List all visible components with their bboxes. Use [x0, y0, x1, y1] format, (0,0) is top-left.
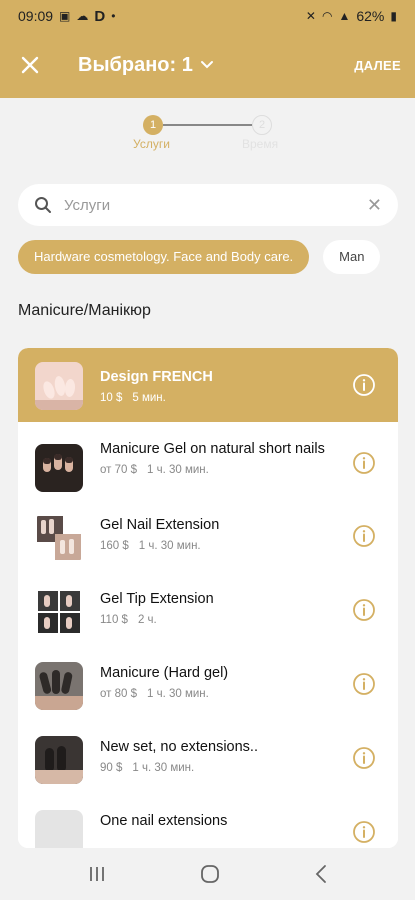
service-thumbnail [35, 444, 83, 492]
service-thumbnail [35, 588, 83, 636]
service-meta: 160 $ 1 ч. 30 мин. [100, 540, 342, 552]
chip-manicure[interactable]: Man [323, 240, 381, 274]
service-price: от 80 $ [100, 688, 137, 700]
service-price: 10 $ [100, 392, 123, 404]
service-item-one-nail-extensions[interactable]: One nail extensions [18, 798, 398, 848]
service-price: 160 $ [100, 540, 129, 552]
section-title: Manicure/Манікюр [18, 302, 151, 319]
service-price: 110 $ [100, 614, 128, 626]
photo-icon: ▣ [59, 9, 71, 23]
step-1-indicator: 1 [143, 115, 163, 135]
service-text: New set, no extensions.. 90 $ 1 ч. 30 мин… [100, 738, 342, 774]
chip-hardware-cosmetology[interactable]: Hardware cosmetology. Face and Body care… [18, 240, 310, 274]
dot-icon: • [111, 9, 116, 23]
wifi-icon: ◠ [321, 9, 333, 23]
clear-search-icon[interactable]: ✕ [367, 195, 382, 216]
service-duration: 1 ч. 30 мин. [138, 540, 201, 552]
service-name: Manicure Gel on natural short nails [100, 441, 325, 457]
status-bar: 09:09 ▣ ☁ D • ✕ ◠ ▲ 62% ▮ [0, 0, 415, 32]
close-button[interactable] [0, 32, 60, 98]
info-icon[interactable] [352, 451, 376, 475]
status-time: 09:09 [18, 8, 54, 24]
service-item-gel-nail-extension[interactable]: Gel Nail Extension 160 $ 1 ч. 30 мин. [18, 502, 398, 576]
info-icon[interactable] [352, 373, 376, 397]
service-duration: 1 ч. 30 мин. [147, 688, 209, 700]
service-name: Gel Nail Extension [100, 517, 220, 533]
service-price: 90 $ [100, 762, 123, 774]
search-input[interactable] [64, 196, 367, 214]
service-name: New set, no extensions.. [100, 739, 258, 755]
recent-apps-icon[interactable] [87, 865, 107, 883]
service-duration: 1 ч. 30 мин. [132, 762, 195, 774]
mute-icon: ✕ [305, 9, 316, 23]
service-text: Manicure Gel on natural short nails от 7… [100, 440, 342, 476]
search-bar: ✕ [18, 184, 398, 226]
category-chips: Hardware cosmetology. Face and Body care… [18, 240, 415, 274]
selected-count-dropdown[interactable]: Выбрано: 1 [78, 54, 215, 77]
signal-icon: ▲ [338, 9, 351, 23]
service-item-manicure-gel[interactable]: Manicure Gel on natural short nails от 7… [18, 422, 398, 502]
service-list: Design FRENCH 10 $ 5 мин. Manicure Gel on… [18, 348, 398, 848]
service-thumbnail-placeholder [35, 810, 83, 848]
info-icon[interactable] [352, 820, 376, 844]
home-icon[interactable] [200, 864, 220, 884]
service-thumbnail [35, 662, 83, 710]
cloud-icon: ☁ [76, 9, 89, 23]
chevron-down-icon [200, 61, 213, 69]
search-icon [35, 197, 51, 213]
battery-text: 62% [356, 8, 385, 24]
service-meta: от 70 $ 1 ч. 30 мин. [100, 464, 342, 476]
service-meta: 110 $ 2 ч. [100, 614, 342, 626]
service-thumbnail [35, 736, 83, 784]
next-button[interactable]: ДАЛЕЕ [354, 58, 401, 73]
service-item-manicure-hard-gel[interactable]: Manicure (Hard gel) от 80 $ 1 ч. 30 мин. [18, 650, 398, 724]
step-connector [163, 124, 252, 126]
page-title: Выбрано: 1 [78, 53, 193, 76]
service-duration: 2 ч. [137, 614, 157, 626]
step-2-indicator: 2 [252, 115, 272, 135]
info-icon[interactable] [352, 746, 376, 770]
service-name: Gel Tip Extension [100, 591, 214, 607]
info-icon[interactable] [352, 598, 376, 622]
service-thumbnail [35, 514, 83, 562]
service-text: Gel Nail Extension 160 $ 1 ч. 30 мин. [100, 516, 342, 552]
service-name: Manicure (Hard gel) [100, 665, 229, 681]
service-name: Design FRENCH [100, 369, 213, 385]
service-meta: 10 $ 5 мин. [100, 392, 342, 404]
info-icon[interactable] [352, 524, 376, 548]
info-icon[interactable] [352, 672, 376, 696]
stepper: 1 2 Услуги Время [0, 98, 415, 168]
service-item-new-set[interactable]: New set, no extensions.. 90 $ 1 ч. 30 мин… [18, 724, 398, 798]
service-price: от 70 $ [100, 464, 137, 476]
service-item-design-french[interactable]: Design FRENCH 10 $ 5 мин. [18, 348, 398, 422]
service-text: Gel Tip Extension 110 $ 2 ч. [100, 590, 342, 626]
service-item-gel-tip-extension[interactable]: Gel Tip Extension 110 $ 2 ч. [18, 576, 398, 650]
service-text: One nail extensions [100, 812, 342, 831]
service-duration: 5 мин. [132, 392, 166, 404]
service-duration: 1 ч. 30 мин. [147, 464, 209, 476]
step-1-label: Услуги [133, 137, 170, 151]
app-bar: Выбрано: 1 ДАЛЕЕ [0, 32, 415, 98]
service-name: One nail extensions [100, 813, 228, 829]
battery-icon: ▮ [390, 9, 397, 23]
service-meta: от 80 $ 1 ч. 30 мин. [100, 688, 342, 700]
d-app-icon: D [94, 7, 106, 25]
service-text: Design FRENCH 10 $ 5 мин. [100, 368, 342, 404]
service-thumbnail [35, 362, 83, 410]
service-meta: 90 $ 1 ч. 30 мин. [100, 762, 342, 774]
close-icon [21, 56, 39, 74]
back-icon[interactable] [314, 864, 328, 884]
system-nav-bar [0, 848, 415, 900]
step-2-label: Время [242, 137, 279, 151]
service-text: Manicure (Hard gel) от 80 $ 1 ч. 30 мин. [100, 664, 342, 700]
